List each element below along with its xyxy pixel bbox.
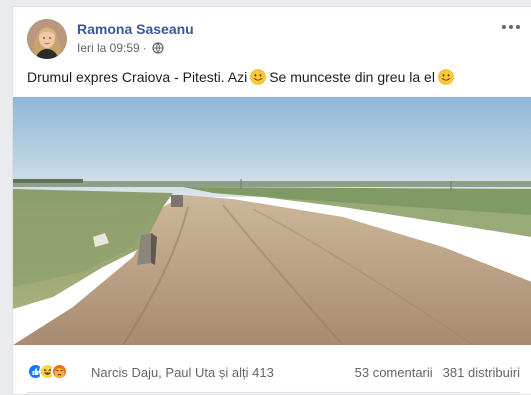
comments-count[interactable]: 53 comentarii [355, 365, 433, 380]
engagement-counts: 53 comentarii 381 distribuiri [355, 365, 520, 380]
post-footer: Narcis Daju, Paul Uta și alți 413 53 com… [13, 345, 531, 394]
post-header: Ramona Saseanu Ieri la 09:59 · [27, 19, 520, 61]
post-text-part1: Drumul expres Craiova - Pitesti. Azi [27, 69, 248, 85]
shares-count[interactable]: 381 distribuiri [443, 365, 520, 380]
author-name[interactable]: Ramona Saseanu [77, 21, 194, 37]
smiling-face-icon [438, 69, 454, 85]
meta-separator: · [142, 41, 147, 55]
divider [27, 392, 520, 393]
avatar[interactable] [27, 19, 67, 59]
post-photo[interactable] [13, 97, 531, 345]
globe-icon[interactable] [152, 42, 164, 54]
angry-icon [51, 363, 68, 380]
reactors-summary[interactable]: Narcis Daju, Paul Uta și alți 413 [91, 365, 274, 380]
smiling-face-icon [250, 69, 266, 85]
post-text-part2: Se munceste din greu la el [269, 69, 435, 85]
reaction-icons[interactable] [27, 363, 68, 380]
post-card: Ramona Saseanu Ieri la 09:59 · Drumul ex… [12, 6, 531, 395]
post-meta: Ieri la 09:59 · [77, 41, 164, 55]
more-options-icon[interactable] [499, 19, 523, 35]
post-timestamp[interactable]: Ieri la 09:59 [77, 41, 140, 55]
post-text: Drumul expres Craiova - Pitesti. Azi Se … [27, 69, 457, 85]
